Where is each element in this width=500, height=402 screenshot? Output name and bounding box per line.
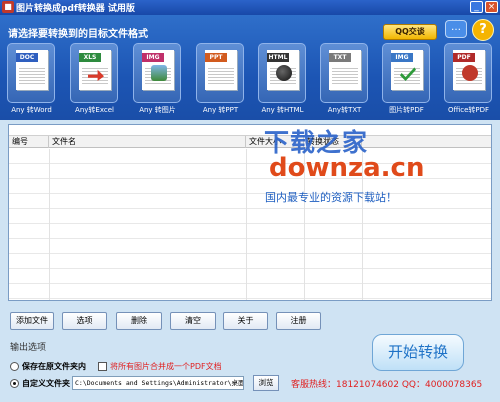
browse-button[interactable]: 浏览 — [253, 375, 279, 391]
pdf-icon — [462, 65, 478, 81]
delete-button[interactable]: 删除 — [116, 312, 162, 330]
document-icon: PPT — [205, 50, 237, 90]
custom-folder-label: 自定义文件夹 — [22, 379, 70, 388]
options-button[interactable]: 选项 — [62, 312, 107, 330]
format-tool-label: Any 转Word — [11, 106, 52, 114]
qq-chat-button[interactable]: QQ交谈 — [383, 24, 437, 40]
close-button[interactable]: × — [485, 1, 498, 13]
app-window: ■ 图片转换成pdf转换器 试用版 _ × 请选择要转换到的目标文件格式 QQ交… — [0, 0, 500, 402]
start-convert-button[interactable]: 开始转换 — [372, 334, 464, 371]
format-tool-3[interactable]: PPT Any 转PPT — [192, 43, 249, 117]
document-icon: TXT — [329, 50, 361, 90]
app-icon: ■ — [2, 1, 14, 13]
minimize-button[interactable]: _ — [470, 1, 483, 13]
format-tool-label: Any 转图片 — [139, 106, 176, 114]
format-tool-2[interactable]: IMG Any 转图片 — [129, 43, 186, 117]
format-tool-label: Any转Excel — [75, 106, 114, 114]
format-header: 请选择要转换到的目标文件格式 QQ交谈 … ? DOC Any 转Word XLS A… — [0, 15, 500, 120]
merge-pdf-label: 将所有图片合并成一个PDF文档 — [110, 362, 222, 371]
file-list[interactable]: 编号 文件名 文件大小 转换状态 下载之家 downza.cn 国内最专业的资源… — [8, 124, 492, 301]
watermark-slogan: 国内最专业的资源下载站！ — [265, 191, 397, 204]
format-tag: DOC — [16, 53, 38, 62]
image-icon — [151, 65, 167, 81]
format-tool-4[interactable]: HTML Any 转HTML — [254, 43, 311, 117]
about-button[interactable]: 关于 — [223, 312, 268, 330]
format-tag: TXT — [329, 53, 351, 62]
format-tile[interactable]: PPT — [196, 43, 244, 103]
format-tool-6[interactable]: IMG 图片转PDF — [378, 43, 435, 117]
save-in-source-label: 保存在原文件夹内 — [22, 362, 86, 371]
add-file-button[interactable]: 添加文件 — [10, 312, 54, 330]
format-tag: PPT — [205, 53, 227, 62]
document-icon: IMG — [142, 50, 174, 90]
clear-button[interactable]: 清空 — [170, 312, 216, 330]
watermark-url: downza.cn — [269, 153, 425, 183]
document-lines-icon — [332, 66, 358, 86]
title-bar: ■ 图片转换成pdf转换器 试用版 _ × — [0, 0, 500, 15]
merge-pdf-checkbox[interactable] — [98, 362, 107, 371]
col-index[interactable]: 编号 — [9, 136, 49, 148]
format-tag: XLS — [79, 53, 101, 62]
format-tile[interactable]: TXT — [320, 43, 368, 103]
format-tool-label: Office转PDF — [447, 106, 490, 114]
document-icon: PDF — [453, 50, 485, 90]
chat-bubble-icon[interactable]: … — [445, 20, 467, 38]
format-tile[interactable]: HTML — [258, 43, 306, 103]
format-tool-0[interactable]: DOC Any 转Word — [3, 43, 60, 117]
globe-icon — [276, 65, 292, 81]
format-tool-label: Any转TXT — [327, 106, 362, 114]
document-icon: DOC — [16, 50, 48, 90]
document-lines-icon — [208, 66, 234, 86]
format-prompt: 请选择要转换到的目标文件格式 — [8, 29, 148, 40]
format-tool-label: Any 转PPT — [202, 106, 239, 114]
document-icon: XLS — [79, 50, 111, 90]
document-icon: HTML — [267, 50, 299, 90]
format-tool-label: 图片转PDF — [389, 106, 424, 114]
format-tag: PDF — [453, 53, 475, 62]
document-icon: IMG — [391, 50, 423, 90]
col-filename[interactable]: 文件名 — [49, 136, 246, 148]
format-tool-5[interactable]: TXT Any转TXT — [316, 43, 373, 117]
grid-divider — [246, 149, 247, 300]
format-tile[interactable]: IMG — [382, 43, 430, 103]
support-hotline: 客服热线：18121074602 QQ：4000078365 — [291, 380, 483, 390]
format-tag: IMG — [142, 53, 164, 62]
format-tool-1[interactable]: XLS Any转Excel — [66, 43, 123, 117]
format-tool-7[interactable]: PDF Office转PDF — [440, 43, 497, 117]
output-options-label: 输出选项 — [10, 343, 47, 353]
format-tool-label: Any 转HTML — [261, 106, 304, 114]
format-tile[interactable]: PDF — [444, 43, 492, 103]
file-list-header: 编号 文件名 文件大小 转换状态 — [9, 135, 491, 148]
output-path-field[interactable]: C:\Documents and Settings\Administrator\… — [72, 376, 244, 390]
grid-divider — [49, 149, 50, 300]
format-tile[interactable]: DOC — [7, 43, 55, 103]
format-tag: HTML — [267, 53, 289, 62]
custom-folder-radio[interactable] — [10, 379, 19, 388]
register-button[interactable]: 注册 — [276, 312, 321, 330]
format-tile[interactable]: XLS — [70, 43, 118, 103]
format-tag: IMG — [391, 53, 413, 62]
document-lines-icon — [19, 66, 45, 86]
save-in-source-radio[interactable] — [10, 362, 19, 371]
help-icon[interactable]: ? — [472, 19, 494, 41]
format-tile[interactable]: IMG — [133, 43, 181, 103]
window-title: 图片转换成pdf转换器 试用版 — [16, 4, 135, 14]
